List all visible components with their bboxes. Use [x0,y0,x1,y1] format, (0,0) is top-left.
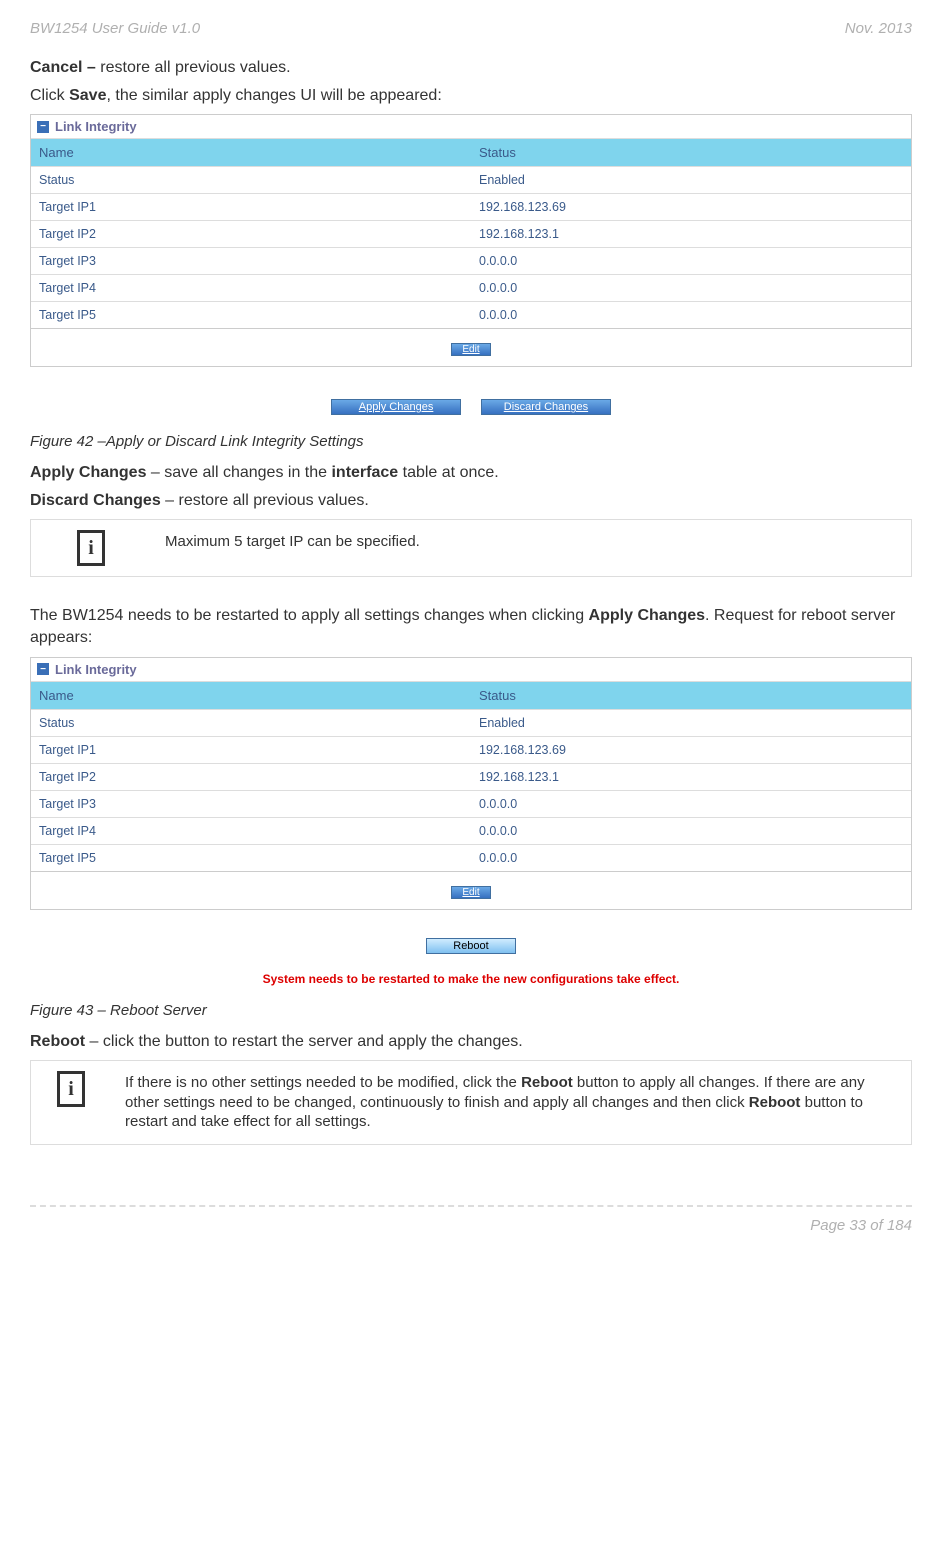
discard-changes-desc: Discard Changes – restore all previous v… [30,490,912,512]
cell: Target IP4 [31,274,471,301]
discard-changes-button[interactable]: Discard Changes [481,399,611,415]
table-row: Target IP1192.168.123.69 [31,736,911,763]
table-row: Target IP30.0.0.0 [31,247,911,274]
table-title: Link Integrity [55,119,137,134]
apply-changes-button[interactable]: Apply Changes [331,399,461,415]
table-row: Target IP50.0.0.0 [31,301,911,328]
cell: 0.0.0.0 [471,301,911,328]
table-row: StatusEnabled [31,709,911,736]
table-row: Target IP40.0.0.0 [31,817,911,844]
doc-title: BW1254 User Guide v1.0 [30,20,200,37]
table-header: Name Status [31,681,911,709]
info-icon: i [57,1071,85,1107]
text: – restore all previous values. [161,492,369,509]
cell: 192.168.123.69 [471,736,911,763]
table-row: Target IP2192.168.123.1 [31,220,911,247]
table-footer: Edit [31,871,911,909]
label: Cancel – [30,59,100,76]
apply-changes-desc: Apply Changes – save all changes in the … [30,462,912,484]
label: Discard Changes [30,492,161,509]
cell: Target IP3 [31,247,471,274]
reboot-button-row: Reboot [30,936,912,954]
info-icon: i [77,530,105,566]
info-icon-cell: i [31,1061,111,1144]
collapse-icon[interactable]: − [37,663,49,675]
text: – click the button to restart the server… [85,1033,523,1050]
table-row: Target IP50.0.0.0 [31,844,911,871]
figure-42-caption: Figure 42 –Apply or Discard Link Integri… [30,433,912,450]
info-text: If there is no other settings needed to … [111,1061,911,1144]
info-box-reboot: i If there is no other settings needed t… [30,1060,912,1145]
table-title-row: − Link Integrity [31,115,911,138]
table-row: StatusEnabled [31,166,911,193]
edit-button[interactable]: Edit [451,886,490,899]
doc-date: Nov. 2013 [845,20,912,37]
text: – save all changes in the [146,464,331,481]
reboot-word: Reboot [749,1094,801,1111]
save-instruction: Click Save, the similar apply changes UI… [30,85,912,107]
restart-paragraph: The BW1254 needs to be restarted to appl… [30,605,912,648]
text: restore all previous values. [100,59,290,76]
table-row: Target IP1192.168.123.69 [31,193,911,220]
apply-word: Apply Changes [589,607,705,624]
col-name: Name [31,138,471,166]
page-footer: Page 33 of 184 [30,1205,912,1244]
cell: Enabled [471,709,911,736]
interface-word: interface [331,464,398,481]
page-header: BW1254 User Guide v1.0 Nov. 2013 [30,20,912,37]
info-text: Maximum 5 target IP can be specified. [151,520,911,576]
reboot-word: Reboot [521,1074,573,1091]
table-title: Link Integrity [55,662,137,677]
text: Click [30,87,69,104]
reboot-desc: Reboot – click the button to restart the… [30,1031,912,1053]
table-row: Target IP30.0.0.0 [31,790,911,817]
cell: 0.0.0.0 [471,790,911,817]
cell: 0.0.0.0 [471,247,911,274]
cell: Target IP2 [31,220,471,247]
col-status: Status [471,138,911,166]
collapse-icon[interactable]: − [37,121,49,133]
link-integrity-table-1: − Link Integrity Name Status StatusEnabl… [30,114,912,367]
cell: Status [31,709,471,736]
table-footer: Edit [31,328,911,366]
cell: Target IP5 [31,301,471,328]
cell: Target IP4 [31,817,471,844]
cell: Enabled [471,166,911,193]
label: Apply Changes [30,464,146,481]
cell: 192.168.123.1 [471,220,911,247]
page-number: Page 33 of 184 [810,1217,912,1234]
cell: Target IP5 [31,844,471,871]
text: The BW1254 needs to be restarted to appl… [30,607,589,624]
edit-button[interactable]: Edit [451,343,490,356]
reboot-button[interactable]: Reboot [426,938,516,954]
info-icon-cell: i [31,520,151,576]
figure-43-caption: Figure 43 – Reboot Server [30,1002,912,1019]
cell: 0.0.0.0 [471,817,911,844]
text: If there is no other settings needed to … [125,1074,521,1091]
table-row: Target IP40.0.0.0 [31,274,911,301]
cell: Target IP1 [31,736,471,763]
cell: 192.168.123.69 [471,193,911,220]
cell: 0.0.0.0 [471,844,911,871]
text: , the similar apply changes UI will be a… [106,87,441,104]
cell: Target IP1 [31,193,471,220]
cell: Status [31,166,471,193]
cell: Target IP3 [31,790,471,817]
save-word: Save [69,87,106,104]
col-name: Name [31,681,471,709]
text: table at once. [398,464,499,481]
col-status: Status [471,681,911,709]
cell: 192.168.123.1 [471,763,911,790]
cancel-desc: Cancel – restore all previous values. [30,57,912,79]
table-header: Name Status [31,138,911,166]
table-row: Target IP2192.168.123.1 [31,763,911,790]
link-integrity-table-2: − Link Integrity Name Status StatusEnabl… [30,657,912,910]
info-box-max-ip: i Maximum 5 target IP can be specified. [30,519,912,577]
label: Reboot [30,1033,85,1050]
cell: 0.0.0.0 [471,274,911,301]
cell: Target IP2 [31,763,471,790]
restart-message: System needs to be restarted to make the… [30,972,912,986]
action-buttons-row: Apply Changes Discard Changes [30,397,912,415]
table-title-row: − Link Integrity [31,658,911,681]
